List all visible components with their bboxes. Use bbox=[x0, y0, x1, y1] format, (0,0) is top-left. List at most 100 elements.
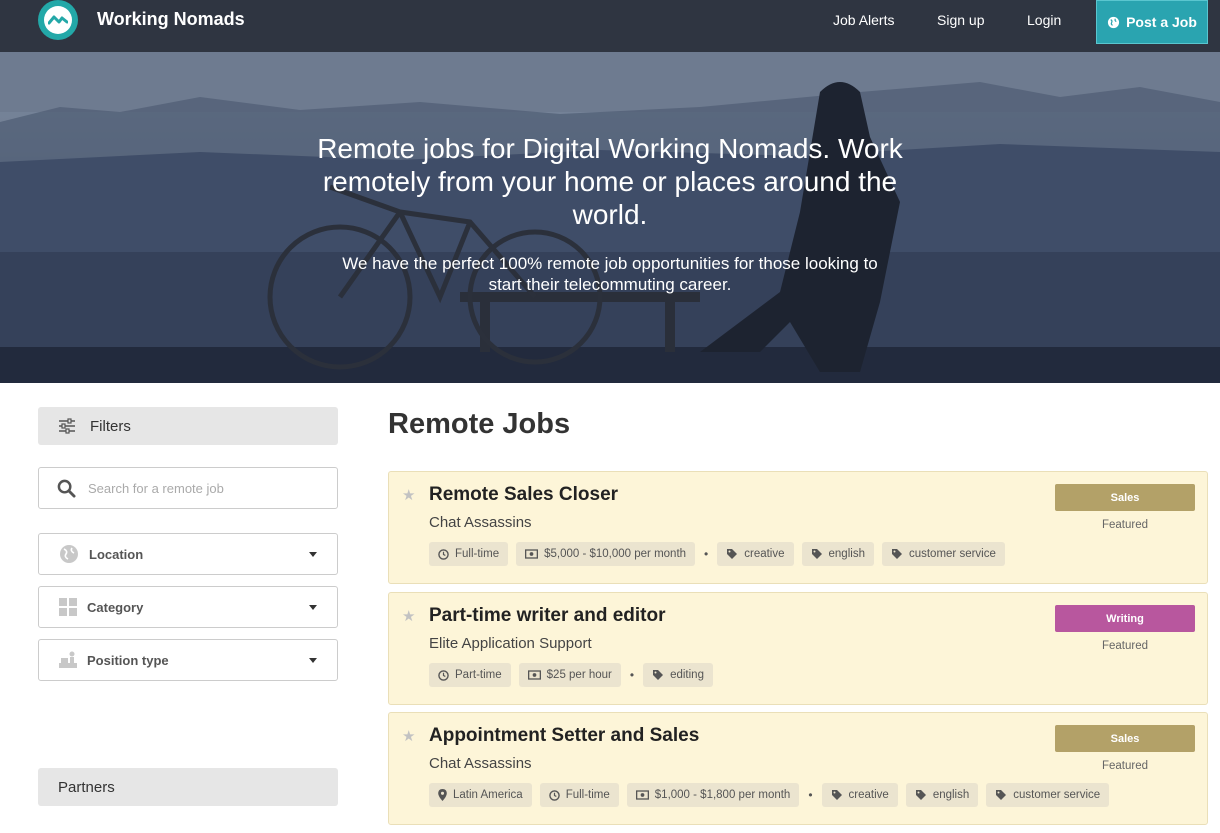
job-title[interactable]: Appointment Setter and Sales bbox=[429, 725, 699, 747]
featured-label: Featured bbox=[1101, 760, 1149, 772]
company-name: Chat Assassins bbox=[429, 755, 532, 772]
location-tag-label: Latin America bbox=[453, 789, 523, 801]
money-icon bbox=[527, 670, 541, 680]
separator-dot: • bbox=[704, 547, 709, 561]
skill-tag-label: customer service bbox=[908, 548, 996, 560]
page-title: Remote Jobs bbox=[388, 408, 571, 440]
star-icon[interactable]: ★ bbox=[402, 607, 415, 625]
globe-icon bbox=[60, 545, 78, 563]
skill-tag[interactable]: customer service bbox=[986, 783, 1110, 807]
category-badge[interactable]: Sales bbox=[1055, 484, 1195, 511]
map-pin-icon bbox=[438, 789, 447, 801]
post-job-button[interactable]: Post a Job bbox=[1096, 0, 1208, 44]
job-tags: Latin America Full-time $1,000 - $1,800 … bbox=[429, 783, 1110, 807]
category-select[interactable]: Category bbox=[38, 586, 338, 628]
nav-login[interactable]: Login bbox=[1027, 12, 1061, 28]
category-label: Category bbox=[87, 599, 144, 615]
chevron-down-icon bbox=[309, 552, 317, 557]
clock-icon bbox=[438, 669, 449, 681]
separator-dot: • bbox=[629, 668, 635, 682]
category-badge[interactable]: Writing bbox=[1055, 605, 1195, 632]
featured-label: Featured bbox=[1101, 640, 1149, 652]
top-navbar: Working Nomads Job Alerts Sign up Login … bbox=[0, 0, 1220, 52]
skill-tag-label: customer service bbox=[1013, 789, 1101, 801]
category-badge[interactable]: Sales bbox=[1055, 725, 1195, 752]
skill-tag-label: english bbox=[932, 789, 970, 801]
skill-tag-label: creative bbox=[744, 548, 785, 560]
job-listing[interactable]: ★ Part-time writer and editor Elite Appl… bbox=[388, 592, 1208, 705]
location-tag: Latin America bbox=[429, 783, 532, 807]
tag-icon bbox=[653, 670, 664, 680]
money-icon bbox=[635, 790, 649, 800]
search-icon bbox=[57, 479, 76, 498]
nav-job-alerts[interactable]: Job Alerts bbox=[833, 12, 894, 28]
person-at-desk-icon bbox=[59, 651, 77, 668]
logo-wave-icon bbox=[44, 6, 72, 34]
tag-icon bbox=[831, 790, 842, 800]
position-type-select[interactable]: Position type bbox=[38, 639, 338, 681]
globe-icon bbox=[1108, 16, 1120, 28]
job-type-label: Full-time bbox=[455, 548, 500, 560]
featured-label: Featured bbox=[1101, 519, 1149, 531]
hero-subtitle: We have the perfect 100% remote job oppo… bbox=[342, 254, 878, 294]
job-tags: Full-time $5,000 - $10,000 per month • c… bbox=[429, 542, 1005, 566]
filters-label: Filters bbox=[90, 417, 131, 435]
skill-tag[interactable]: editing bbox=[643, 663, 713, 687]
skill-tag-label: english bbox=[828, 548, 865, 560]
job-type-label: Full-time bbox=[565, 789, 610, 801]
nav-sign-up[interactable]: Sign up bbox=[937, 12, 984, 28]
clock-icon bbox=[548, 789, 560, 801]
salary-label: $5,000 - $10,000 per month bbox=[544, 548, 687, 560]
job-type-tag: Full-time bbox=[539, 783, 619, 807]
job-title[interactable]: Remote Sales Closer bbox=[429, 484, 618, 506]
hero-title: Remote jobs for Digital Working Nomads. … bbox=[317, 133, 903, 230]
star-icon[interactable]: ★ bbox=[402, 486, 415, 504]
tag-icon bbox=[996, 790, 1007, 800]
chevron-down-icon bbox=[309, 605, 317, 610]
skill-tag[interactable]: english bbox=[905, 783, 979, 807]
skill-tag[interactable]: creative bbox=[821, 783, 898, 807]
job-title[interactable]: Part-time writer and editor bbox=[429, 605, 666, 627]
separator-dot: • bbox=[808, 788, 813, 802]
salary-tag: $5,000 - $10,000 per month bbox=[516, 542, 696, 566]
skill-tag-label: editing bbox=[670, 669, 704, 681]
sliders-icon bbox=[59, 418, 75, 434]
skill-tag-label: creative bbox=[848, 789, 889, 801]
tag-icon bbox=[891, 549, 902, 559]
logo[interactable] bbox=[38, 0, 78, 40]
grid-icon bbox=[59, 598, 77, 616]
skill-tag[interactable]: customer service bbox=[881, 542, 1005, 566]
salary-tag: $25 per hour bbox=[518, 663, 621, 687]
tag-icon bbox=[727, 549, 738, 559]
partners-label: Partners bbox=[58, 778, 115, 796]
location-label: Location bbox=[89, 546, 144, 562]
position-type-label: Position type bbox=[87, 652, 169, 668]
brand-name[interactable]: Working Nomads bbox=[97, 9, 245, 30]
star-icon[interactable]: ★ bbox=[402, 727, 415, 745]
skill-tag[interactable]: creative bbox=[717, 542, 794, 566]
chevron-down-icon bbox=[309, 658, 317, 663]
search-field[interactable] bbox=[38, 467, 338, 509]
tag-icon bbox=[915, 790, 926, 800]
company-name: Chat Assassins bbox=[429, 514, 532, 531]
salary-label: $25 per hour bbox=[546, 669, 612, 681]
filters-toggle[interactable]: Filters bbox=[38, 407, 338, 445]
job-listing[interactable]: ★ Remote Sales Closer Chat Assassins Ful… bbox=[388, 471, 1208, 584]
partners-section: Partners bbox=[38, 768, 338, 806]
salary-label: $1,000 - $1,800 per month bbox=[654, 789, 791, 801]
job-listing[interactable]: ★ Appointment Setter and Sales Chat Assa… bbox=[388, 712, 1208, 825]
tag-icon bbox=[811, 549, 822, 559]
location-select[interactable]: Location bbox=[38, 533, 338, 575]
salary-tag: $1,000 - $1,800 per month bbox=[626, 783, 800, 807]
job-type-tag: Part-time bbox=[429, 663, 511, 687]
job-type-label: Part-time bbox=[455, 669, 502, 681]
skill-tag[interactable]: english bbox=[801, 542, 874, 566]
job-tags: Part-time $25 per hour • editing bbox=[429, 663, 713, 687]
hero-banner: Remote jobs for Digital Working Nomads. … bbox=[0, 52, 1220, 383]
company-name: Elite Application Support bbox=[429, 635, 592, 652]
search-input[interactable] bbox=[88, 480, 318, 496]
job-type-tag: Full-time bbox=[429, 542, 509, 566]
money-icon bbox=[525, 549, 539, 559]
post-job-label: Post a Job bbox=[1126, 14, 1197, 30]
clock-icon bbox=[438, 548, 449, 560]
